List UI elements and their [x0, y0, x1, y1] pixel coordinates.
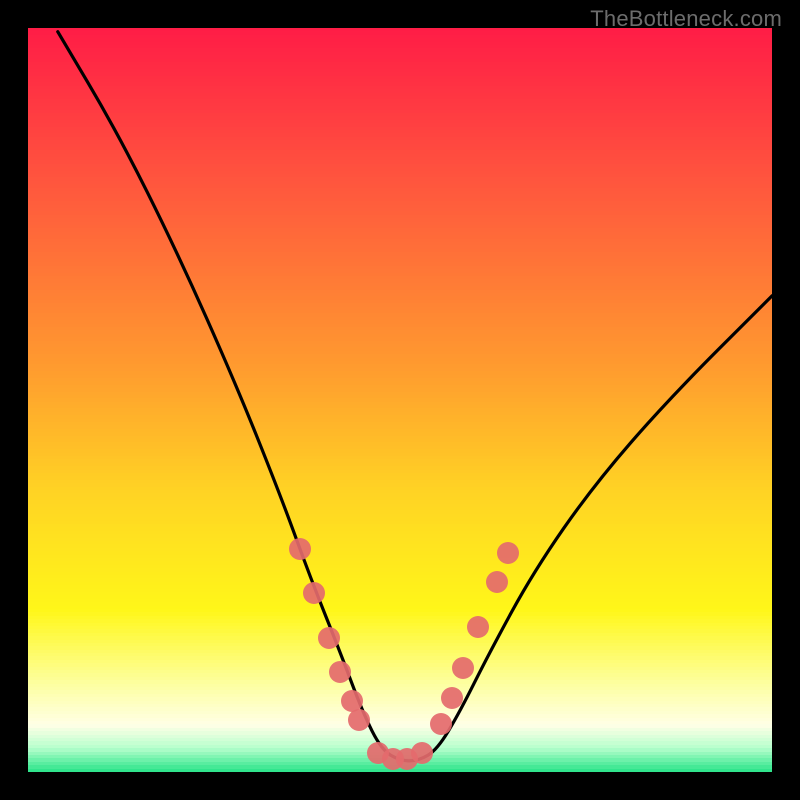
plot-area: [28, 28, 772, 772]
chart-frame: TheBottleneck.com: [0, 0, 800, 800]
marker-left-5: [348, 709, 370, 731]
marker-right-5: [497, 542, 519, 564]
marker-left-3: [329, 661, 351, 683]
marker-bottom-3: [411, 742, 433, 764]
marker-right-1: [441, 687, 463, 709]
marker-right-3: [467, 616, 489, 638]
marker-right-0: [430, 713, 452, 735]
curve-markers-layer: [28, 28, 772, 772]
marker-right-4: [486, 571, 508, 593]
marker-left-0: [289, 538, 311, 560]
marker-left-1: [303, 582, 325, 604]
marker-left-2: [318, 627, 340, 649]
watermark-text: TheBottleneck.com: [590, 6, 782, 32]
marker-right-2: [452, 657, 474, 679]
